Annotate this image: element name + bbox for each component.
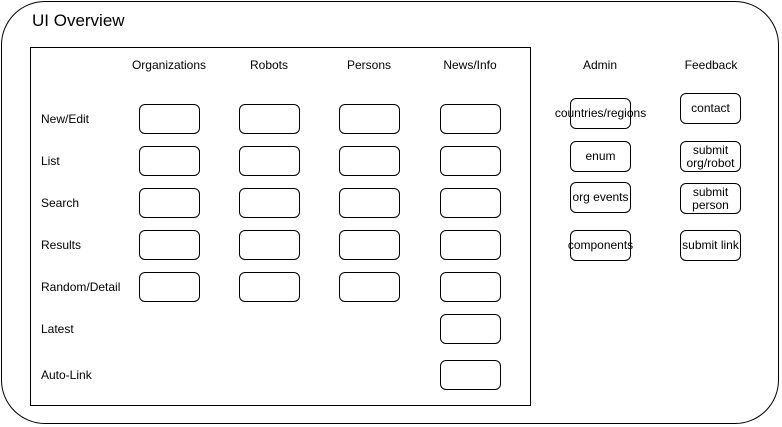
cell-persons-results: [339, 230, 400, 260]
cell-persons-search: [339, 188, 400, 218]
admin-countries-regions-box: countries/regions: [555, 98, 646, 129]
feedback-submit-org-robot-label: submit org/robot: [686, 142, 735, 170]
admin-countries-regions-label: countries/regions: [554, 106, 647, 120]
cell-news-info-search: [440, 188, 501, 218]
feedback-submit-person-box: submit person: [680, 183, 741, 214]
admin-components-label: components: [567, 238, 634, 252]
cell-organizations-results: [139, 230, 200, 260]
cell-robots-new-edit: [239, 104, 300, 134]
cell-organizations-new-edit: [139, 104, 200, 134]
column-header-persons: Persons: [346, 58, 392, 72]
row-label-list: List: [41, 154, 60, 168]
feedback-contact-label: contact: [691, 101, 730, 115]
feedback-heading: Feedback: [684, 58, 738, 72]
admin-enum-label: enum: [585, 149, 616, 163]
cell-robots-list: [239, 146, 300, 176]
row-label-new-edit: New/Edit: [41, 112, 90, 126]
admin-org-events-label: org events: [572, 190, 629, 204]
cell-persons-list: [339, 146, 400, 176]
cell-persons-random-detail: [339, 272, 400, 302]
column-header-news-info: News/Info: [443, 58, 497, 72]
admin-components-box: components: [567, 230, 634, 261]
admin-enum-box: enum: [570, 141, 631, 172]
feedback-submit-org-robot-box: submit org/robot: [680, 141, 741, 172]
column-header-robots: Robots: [249, 58, 289, 72]
cell-news-info-auto-link: [440, 360, 501, 390]
row-label-search: Search: [41, 196, 80, 210]
diagram-title: UI Overview: [32, 11, 125, 30]
cell-persons-new-edit: [339, 104, 400, 134]
admin-org-events-box: org events: [570, 182, 631, 213]
main-grid-frame: [30, 47, 531, 406]
feedback-contact-box: contact: [680, 93, 741, 124]
cell-robots-search: [239, 188, 300, 218]
row-label-latest: Latest: [41, 322, 74, 336]
row-label-results: Results: [41, 238, 82, 252]
cell-robots-random-detail: [239, 272, 300, 302]
cell-news-info-random-detail: [440, 272, 501, 302]
admin-heading: Admin: [582, 58, 618, 72]
feedback-submit-link-label: submit link: [682, 238, 739, 252]
cell-organizations-random-detail: [139, 272, 200, 302]
feedback-submit-link-box: submit link: [680, 230, 741, 261]
row-label-random-detail: Random/Detail: [41, 280, 121, 294]
feedback-submit-person-label: submit person: [692, 184, 729, 212]
cell-news-info-new-edit: [440, 104, 501, 134]
cell-organizations-search: [139, 188, 200, 218]
column-header-organizations: Organizations: [131, 58, 207, 72]
cell-robots-results: [239, 230, 300, 260]
cell-news-info-results: [440, 230, 501, 260]
cell-news-info-latest: [440, 314, 501, 344]
cell-organizations-list: [139, 146, 200, 176]
cell-news-info-list: [440, 146, 501, 176]
row-label-auto-link: Auto-Link: [41, 368, 92, 382]
